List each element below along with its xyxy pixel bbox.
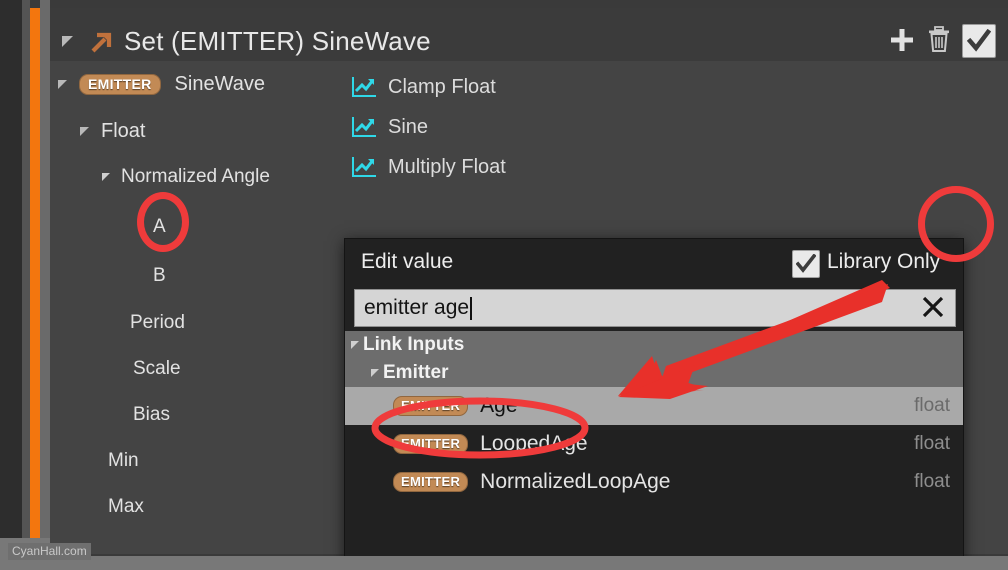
option-type: float <box>914 433 950 454</box>
tree-item-float[interactable]: Float <box>80 111 145 151</box>
chevron-expand-icon[interactable] <box>351 341 359 349</box>
popup-title: Edit value <box>361 250 454 273</box>
close-x-icon[interactable] <box>921 295 945 319</box>
tree-item-period[interactable]: Period <box>130 303 185 343</box>
watermark: CyanHall.com <box>8 543 91 560</box>
node-header[interactable]: Set (EMITTER) SineWave <box>50 8 1008 61</box>
option-name: LoopedAge <box>480 432 588 455</box>
triangle-collapse-icon[interactable] <box>62 36 73 47</box>
emitter-pill: EMITTER <box>393 434 469 454</box>
tree-item-label: Scale <box>133 358 181 379</box>
graph-icon <box>351 156 377 178</box>
window-left-gutter <box>22 0 30 570</box>
module-gutter <box>40 0 50 570</box>
tree-item-label: SineWave <box>174 72 265 95</box>
chevron-expand-icon[interactable] <box>371 369 379 377</box>
library-only-label: Library Only <box>827 250 941 273</box>
tree-item-label: Min <box>108 450 139 471</box>
option-emitter-loopedage[interactable]: EMITTER LoopedAge float <box>345 425 963 463</box>
group-emitter[interactable]: Emitter <box>345 359 963 387</box>
orange-arrow-icon <box>88 30 114 56</box>
search-input[interactable]: emitter age <box>354 289 956 327</box>
window-left-edge <box>0 0 22 570</box>
tree-item-normalized-angle[interactable]: Normalized Angle <box>102 157 270 197</box>
emitter-pill: EMITTER <box>393 472 469 492</box>
value-row-multiply-float[interactable]: Multiply Float <box>335 147 506 187</box>
plus-icon[interactable] <box>888 26 916 54</box>
value-row-sine[interactable]: Sine <box>335 107 428 147</box>
tree-item-label: Period <box>130 312 185 333</box>
option-type: float <box>914 471 950 492</box>
emitter-pill: EMITTER <box>393 396 469 416</box>
edit-value-popup: Edit value Library Only emitter age Link… <box>344 238 964 570</box>
graph-icon <box>351 76 377 98</box>
window-bottom-strip <box>0 556 1008 570</box>
group-link-inputs[interactable]: Link Inputs <box>345 331 963 359</box>
tree-item-a[interactable]: A <box>153 207 166 247</box>
tree-item-b[interactable]: B <box>153 256 166 296</box>
option-name: NormalizedLoopAge <box>480 470 671 493</box>
chevron-expand-icon[interactable] <box>102 173 110 181</box>
graph-icon <box>351 116 377 138</box>
tree-item-min[interactable]: Min <box>108 441 139 481</box>
tree-item-label: Bias <box>133 404 170 425</box>
tree-item-label: Float <box>101 119 146 142</box>
chevron-expand-icon[interactable] <box>80 126 89 136</box>
value-row-clamp-float[interactable]: Clamp Float <box>335 67 496 107</box>
popup-header: Edit value Library Only <box>345 239 963 285</box>
option-emitter-age[interactable]: EMITTER Age float <box>345 387 963 425</box>
text-cursor <box>470 296 473 320</box>
module-accent-bar <box>30 8 40 560</box>
group-label: Emitter <box>383 362 449 383</box>
option-type: float <box>914 395 950 416</box>
value-row-label: Sine <box>388 115 429 138</box>
option-name: Age <box>480 394 518 417</box>
parameter-tree: EMITTER SineWave Float Normalized Angle … <box>50 61 335 570</box>
checkbox-checked-icon[interactable] <box>962 24 996 58</box>
library-only-checkbox[interactable] <box>792 250 820 278</box>
tree-item-bias[interactable]: Bias <box>133 395 170 435</box>
page-title: Set (EMITTER) SineWave <box>124 26 431 56</box>
tree-item-sinewave[interactable]: EMITTER SineWave <box>58 64 265 104</box>
app-root: Set (EMITTER) SineWave EMITTER SineWave … <box>0 0 1008 570</box>
option-emitter-normalizedloopage[interactable]: EMITTER NormalizedLoopAge float <box>345 463 963 501</box>
chevron-expand-icon[interactable] <box>58 79 67 89</box>
trash-icon[interactable] <box>926 25 952 55</box>
group-label: Link Inputs <box>363 334 465 355</box>
tree-item-label: Normalized Angle <box>121 166 270 187</box>
value-row-label: Clamp Float <box>388 75 496 98</box>
search-input-value: emitter age <box>364 296 470 319</box>
tree-item-max[interactable]: Max <box>108 487 144 527</box>
tree-item-label: Max <box>108 496 144 517</box>
emitter-pill: EMITTER <box>79 73 161 95</box>
value-row-label: Multiply Float <box>388 155 506 178</box>
tree-item-scale[interactable]: Scale <box>133 349 181 389</box>
tree-item-label: B <box>153 265 166 286</box>
tree-item-label: A <box>153 216 166 237</box>
